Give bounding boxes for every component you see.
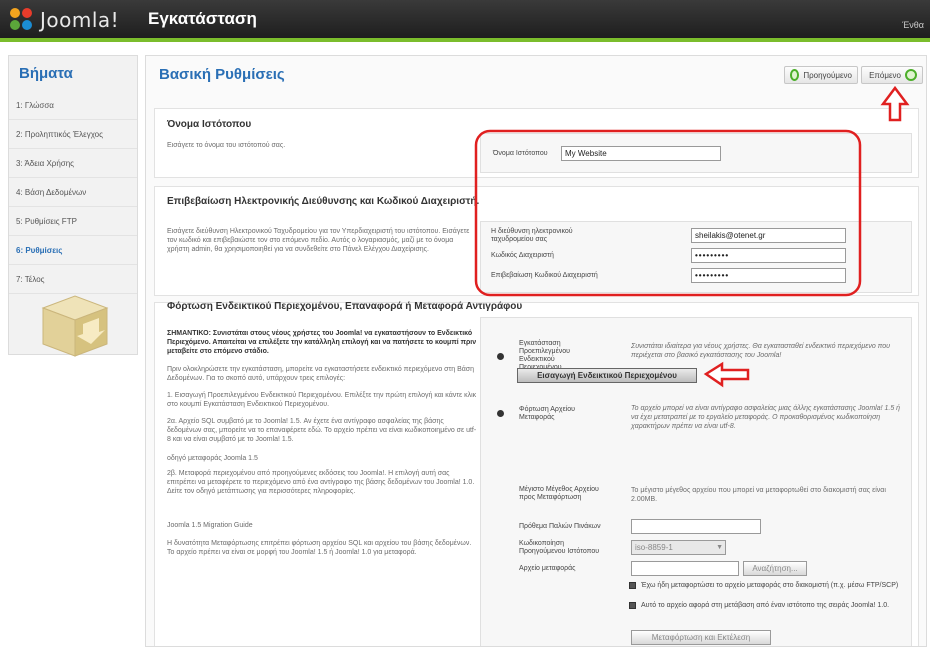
main-content: Βασική Ρυθμίσεις Προηγούμενο Επόμενο Όνο… [145,55,927,647]
sample-data-heading: Φόρτωση Ενδεικτικού Περιεχομένου, Επαναφ… [167,301,523,312]
confirm-password-field[interactable] [691,268,846,283]
next-label: Επόμενο [869,70,901,80]
table-prefix-label: Πρόθεμα Παλιών Πινάκων [519,523,601,530]
sidebar-title: Βήματα [19,65,73,82]
install-sample-radio[interactable] [497,353,504,360]
confirm-password-label: Επιβεβαίωση Κωδικού Διαχειριστή [491,272,598,279]
sample-intro-text: ΣΗΜΑΝΤΙΚΟ: Συνιστάται στους νέους χρήστε… [167,329,477,356]
upload-and-execute-button[interactable]: Μεταφόρτωση και Εκτέλεση [631,630,771,645]
max-size-label: Μέγιστο Μέγεθος Αρχείου προς Μεταφόρτωση [519,486,599,501]
sample-option-2b-text: 2β. Μεταφορά περιεχομένου από προηγούμεν… [167,470,475,495]
migration-file-input[interactable] [631,561,739,576]
page-title: Βασική Ρυθμίσεις [159,66,285,83]
step-license[interactable]: 3: Άδεια Χρήσης [9,149,137,178]
header-bar: Joomla! Εγκατάσταση Ένθα [0,0,930,42]
site-name-description: Εισάγετε το όνομα του ιστότοπού σας. [167,142,286,149]
joomla-logo: Joomla! [10,6,119,34]
sample-options-text: Πριν ολοκληρώσετε την εγκατάσταση, μπορε… [167,366,475,382]
previous-label: Προηγούμενο [803,70,852,80]
already-uploaded-checkbox[interactable] [629,582,636,589]
migration-guide-link-1[interactable]: οδηγό μεταφοράς Joomla 1.5 [167,454,477,463]
install-box-icon [41,295,109,357]
step-language[interactable]: 1: Γλώσσα [9,91,137,120]
installer-page: Joomla! Εγκατάσταση Ένθα Βήματα 1: Γλώσσ… [0,0,930,647]
step-pre-installation-check[interactable]: 2: Προληπτικός Έλεγχος [9,120,137,149]
encoding-label: Κωδικοποίηση Προηγούμενου Ιστότοπου [519,540,600,555]
header-language: Ένθα [902,20,924,30]
encoding-select[interactable]: iso-8859-1 ▼ [631,540,726,555]
logo-text: Joomla! [40,8,120,32]
site-name-section: Όνομα Ιστότοπου Εισάγετε το όνομα του ισ… [154,108,919,178]
sample-important-text: ΣΗΜΑΝΤΙΚΟ: Συνιστάται στους νέους χρήστε… [167,330,477,355]
joomla-logo-icon [10,8,36,32]
email-field[interactable] [691,228,846,243]
admin-description: Εισάγετε διεύθυνση Ηλεκτρονικού Ταχυδρομ… [167,228,470,253]
step-ftp-settings[interactable]: 5: Ρυθμίσεις FTP [9,207,137,236]
sample-option-1-text: 1. Εισαγωγή Προεπιλεγμένου Ενδεικτικού Π… [167,392,477,408]
password-label: Κωδικός Διαχειριστή [491,252,554,259]
sample-option-2a-text: 2α. Αρχείο SQL συμβατό με το Joomla! 1.5… [167,418,477,443]
step-configuration[interactable]: 6: Ρυθμίσεις [9,236,137,265]
browse-button[interactable]: Αναζήτηση... [743,561,807,576]
step-database[interactable]: 4: Βάση Δεδομένων [9,178,137,207]
previous-button[interactable]: Προηγούμενο [784,66,858,84]
already-uploaded-label: Έχω ήδη μεταφορτώσει το αρχείο μεταφοράς… [641,582,899,589]
site-name-panel: Όνομα Ιστότοπου [480,133,912,173]
header-title: Εγκατάσταση [148,9,257,28]
encoding-value: iso-8859-1 [635,543,673,552]
table-prefix-input[interactable] [631,519,761,534]
install-sample-button[interactable]: Εισαγωγή Ενδεικτικού Περιεχομένου [517,368,697,383]
migrate-from-10-label: Αυτό το αρχείο αφορά στη μετάβαση από έν… [641,602,890,609]
password-field[interactable] [691,248,846,263]
chevron-down-icon: ▼ [716,544,723,551]
install-sample-help: Συνιστάται ιδιαίτερα για νέους χρήστες. … [631,343,891,359]
step-finish[interactable]: 7: Τέλος [9,265,137,294]
load-file-help: Το αρχείο μπορεί να είναι αντίγραφο ασφα… [631,405,901,430]
sample-data-panel: Εγκατάσταση Προεπιλεγμένου Ενδεικτικού Π… [480,317,912,646]
next-button[interactable]: Επόμενο [861,66,923,84]
load-file-radio[interactable] [497,410,504,417]
sample-data-section: Φόρτωση Ενδεικτικού Περιεχομένου, Επαναφ… [154,301,919,646]
admin-panel: Η διεύθυνση ηλεκτρονικού ταχυδρομείου σα… [480,221,912,293]
previous-arrow-icon [790,69,800,81]
site-name-input[interactable] [561,146,721,161]
next-arrow-icon [905,69,917,81]
migration-file-label: Αρχείο μεταφοράς [519,565,576,572]
steps-sidebar: Βήματα 1: Γλώσσα 2: Προληπτικός Έλεγχος … [8,55,138,357]
sample-upload-text: Η δυνατότητα Μεταφόρτωσης επιτρέπει φόρτ… [167,540,472,556]
site-name-heading: Όνομα Ιστότοπου [167,119,252,130]
admin-section: Επιβεβαίωση Ηλεκτρονικής Διεύθυνσης και … [154,186,919,296]
load-file-label: Φόρτωση Αρχείου Μεταφοράς [519,406,575,421]
steps-list: 1: Γλώσσα 2: Προληπτικός Έλεγχος 3: Άδει… [9,91,137,294]
migration-guide-link-2[interactable]: Joomla 1.5 Migration Guide [167,521,477,530]
max-size-value: Το μέγιστο μέγεθος αρχείου που μπορεί να… [631,487,886,503]
admin-heading: Επιβεβαίωση Ηλεκτρονικής Διεύθυνσης και … [167,196,480,207]
email-label: Η διεύθυνση ηλεκτρονικού ταχυδρομείου σα… [491,228,573,243]
site-name-label: Όνομα Ιστότοπου [493,150,548,157]
migrate-from-10-checkbox[interactable] [629,602,636,609]
